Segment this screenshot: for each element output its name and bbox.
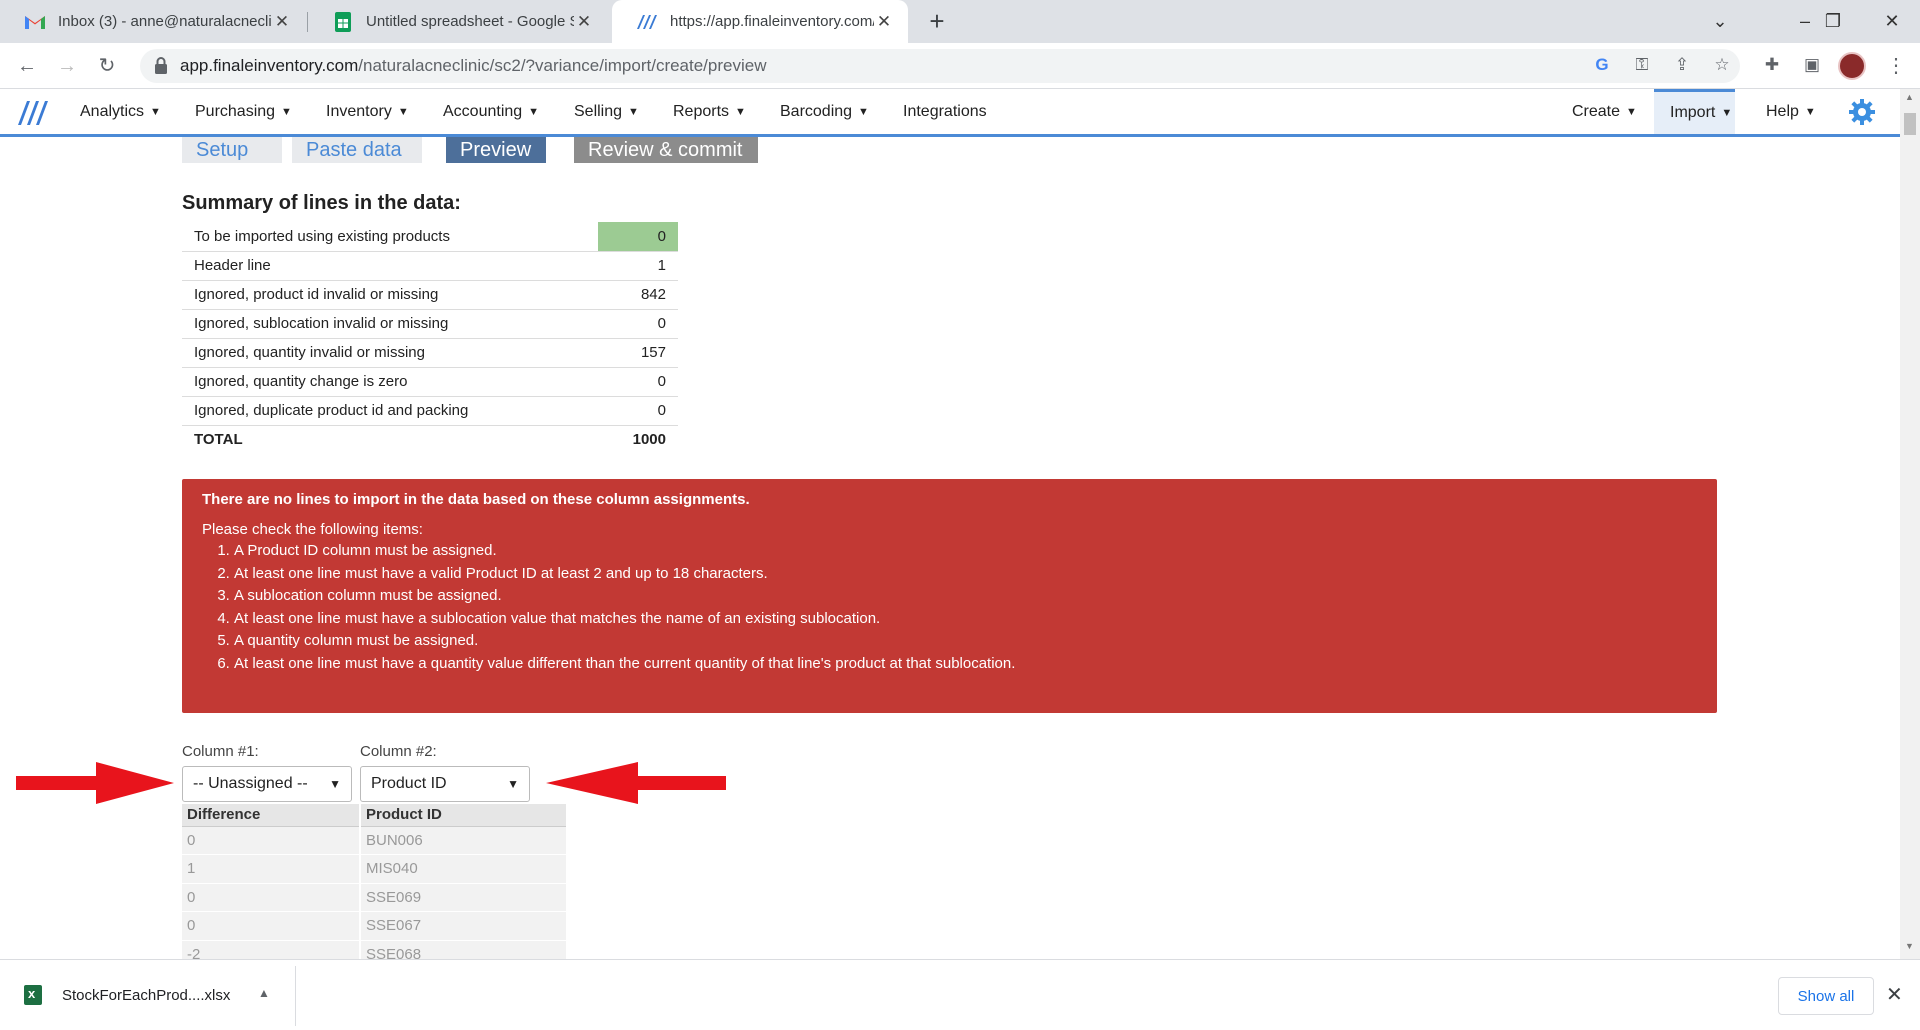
table-cell: BUN006: [359, 826, 566, 855]
summary-label: To be imported using existing products: [182, 222, 598, 252]
list-item: A Product ID column must be assigned.: [234, 540, 1697, 563]
table-row: Ignored, duplicate product id and packin…: [182, 396, 678, 426]
summary-label: Ignored, product id invalid or missing: [182, 280, 598, 310]
table-row: 0 SSE069: [182, 883, 566, 912]
scroll-down-icon[interactable]: ▼: [1905, 941, 1914, 951]
chevron-down-icon: ▼: [507, 777, 519, 791]
summary-label: Ignored, duplicate product id and packin…: [182, 396, 598, 426]
column-header: Product ID: [359, 804, 566, 827]
summary-value: 157: [598, 338, 678, 368]
total-label: TOTAL: [194, 431, 243, 449]
page-scrollbar[interactable]: ▲ ▼: [1900, 89, 1920, 959]
table-row: To be imported using existing products 0: [182, 222, 678, 252]
list-item: At least one line must have a sublocatio…: [234, 608, 1697, 631]
error-lead: Please check the following items:: [202, 521, 423, 538]
excel-file-icon: [24, 985, 42, 1005]
table-row: 1 MIS040: [182, 854, 566, 884]
table-cell: 0: [182, 911, 360, 941]
table-row: 0 SSE067: [182, 911, 566, 941]
column-header: Difference: [182, 804, 360, 827]
list-item: At least one line must have a valid Prod…: [234, 563, 1697, 586]
select-value: Product ID: [371, 775, 447, 792]
preview-table: Difference Product ID 0 BUN006 1 MIS040 0S…: [182, 804, 566, 959]
step-setup[interactable]: Setup: [182, 137, 282, 163]
column-2-select[interactable]: Product ID ▼: [360, 766, 530, 802]
summary-title: Summary of lines in the data:: [182, 192, 461, 214]
table-row: Ignored, product id invalid or missing 84…: [182, 280, 678, 310]
summary-label: Ignored, quantity change is zero: [182, 367, 598, 397]
table-cell: 1: [182, 854, 360, 884]
red-arrow-right-icon: [16, 762, 174, 804]
table-header-row: Difference Product ID: [182, 804, 566, 827]
summary-label: Header line: [182, 251, 598, 281]
total-row: TOTAL 1000: [182, 425, 678, 454]
divider: [295, 966, 296, 1026]
summary-value: 0: [598, 309, 678, 339]
error-checklist: A Product ID column must be assigned. At…: [234, 540, 1697, 675]
summary-value: 1: [598, 251, 678, 281]
summary-label: Ignored, sublocation invalid or missing: [182, 309, 598, 339]
error-heading: There are no lines to import in the data…: [202, 491, 750, 508]
summary-table: To be imported using existing products 0 …: [182, 222, 678, 454]
scroll-up-icon[interactable]: ▲: [1905, 92, 1914, 102]
summary-value: 842: [598, 280, 678, 310]
total-value: 1000: [632, 431, 666, 449]
step-label: Review & commit: [588, 138, 743, 161]
summary-value: 0: [598, 396, 678, 426]
step-paste-data[interactable]: Paste data: [292, 137, 422, 163]
table-cell: 0: [182, 883, 360, 912]
summary-value: 0: [598, 222, 678, 252]
select-value: -- Unassigned --: [193, 775, 308, 792]
table-row: -2 SSE068: [182, 940, 566, 959]
table-cell: SSE068: [359, 940, 566, 959]
chevron-up-icon[interactable]: ▲: [258, 986, 270, 1000]
table-cell: SSE067: [359, 911, 566, 941]
column-1-select[interactable]: -- Unassigned -- ▼: [182, 766, 352, 802]
summary-value: 0: [598, 367, 678, 397]
step-label: Setup: [196, 138, 249, 161]
step-label: Preview: [460, 138, 532, 161]
table-cell: MIS040: [359, 854, 566, 884]
table-cell: 0: [182, 826, 360, 855]
download-item[interactable]: StockForEachProd....xlsx: [24, 978, 230, 1012]
step-review-commit[interactable]: Review & commit: [574, 137, 758, 163]
step-preview: Preview: [446, 137, 546, 163]
page-content: Setup Paste data Preview Review & commit…: [0, 0, 1900, 959]
error-panel: There are no lines to import in the data…: [182, 479, 1717, 713]
close-icon[interactable]: ✕: [1886, 982, 1903, 1007]
summary-label: Ignored, quantity invalid or missing: [182, 338, 598, 368]
list-item: A quantity column must be assigned.: [234, 630, 1697, 653]
list-item: A sublocation column must be assigned.: [234, 585, 1697, 608]
red-arrow-left-icon: [546, 762, 726, 804]
chevron-down-icon: ▼: [329, 777, 341, 791]
download-shelf: StockForEachProd....xlsx ▲ Show all ✕: [0, 959, 1920, 1030]
table-row: Ignored, sublocation invalid or missing 0: [182, 309, 678, 339]
table-row: Ignored, quantity change is zero 0: [182, 367, 678, 397]
table-cell: -2: [182, 940, 360, 959]
table-cell: SSE069: [359, 883, 566, 912]
show-all-button[interactable]: Show all: [1778, 977, 1874, 1015]
table-row: 0 BUN006: [182, 826, 566, 855]
step-label: Paste data: [306, 138, 402, 161]
scrollbar-thumb[interactable]: [1904, 113, 1916, 135]
table-row: Header line 1: [182, 251, 678, 281]
download-filename: StockForEachProd....xlsx: [62, 986, 231, 1004]
column-2-label: Column #2:: [360, 743, 437, 760]
column-1-label: Column #1:: [182, 743, 259, 760]
list-item: At least one line must have a quantity v…: [234, 653, 1697, 676]
table-row: Ignored, quantity invalid or missing 157: [182, 338, 678, 368]
